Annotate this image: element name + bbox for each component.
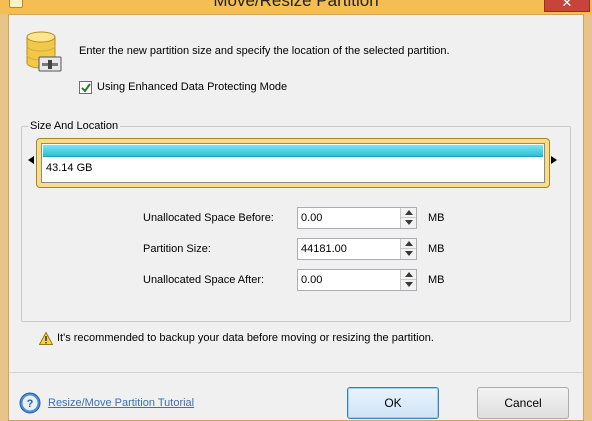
partition-size-input[interactable] (298, 239, 399, 259)
unallocated-after-up-button[interactable] (400, 270, 416, 280)
unallocated-after-label: Unallocated Space After: (143, 274, 265, 286)
unallocated-before-stepper[interactable] (297, 207, 417, 229)
checkmark-icon (81, 83, 91, 93)
left-handle-arrow-icon[interactable] (28, 156, 34, 164)
unallocated-after-input[interactable] (298, 270, 399, 290)
intro-text: Enter the new partition size and specify… (79, 45, 450, 57)
unallocated-before-down-button[interactable] (400, 218, 416, 228)
partition-block[interactable]: 43.14 GB (41, 143, 545, 183)
partition-size-text: 43.14 GB (46, 162, 93, 174)
window-title: Move/Resize Partition (213, 0, 379, 10)
title-bar: Move/Resize Partition ✕ (0, 0, 592, 14)
tutorial-link[interactable]: Resize/Move Partition Tutorial (48, 397, 194, 409)
partition-size-stepper[interactable] (297, 238, 417, 260)
unallocated-before-unit: MB (428, 212, 445, 224)
partition-size-up-button[interactable] (400, 239, 416, 249)
cancel-button[interactable]: Cancel (477, 387, 569, 419)
partition-size-label: Partition Size: (143, 243, 211, 255)
database-icon (26, 31, 62, 72)
unallocated-after-stepper[interactable] (297, 269, 417, 291)
close-button[interactable]: ✕ (544, 0, 590, 12)
partition-usage-bar (43, 145, 543, 157)
partition-size-down-button[interactable] (400, 249, 416, 259)
size-and-location-label: Size And Location (28, 120, 121, 132)
unallocated-after-unit: MB (428, 274, 445, 286)
enhanced-mode-checkbox[interactable] (79, 81, 92, 94)
warning-text: It's recommended to backup your data bef… (57, 332, 434, 344)
footer-divider (9, 372, 583, 373)
right-handle-arrow-icon[interactable] (551, 156, 557, 164)
warning-icon (39, 332, 53, 345)
help-icon[interactable]: ? (19, 392, 41, 414)
unallocated-before-label: Unallocated Space Before: (143, 212, 274, 224)
partition-map[interactable]: 43.14 GB (36, 138, 550, 188)
enhanced-mode-label[interactable]: Using Enhanced Data Protecting Mode (97, 81, 287, 93)
ok-button[interactable]: OK (347, 387, 439, 419)
partition-size-unit: MB (428, 243, 445, 255)
unallocated-after-down-button[interactable] (400, 280, 416, 290)
dialog-body: Enter the new partition size and specify… (8, 14, 584, 421)
svg-text:?: ? (27, 398, 34, 410)
unallocated-before-up-button[interactable] (400, 208, 416, 218)
unallocated-before-input[interactable] (298, 208, 399, 228)
